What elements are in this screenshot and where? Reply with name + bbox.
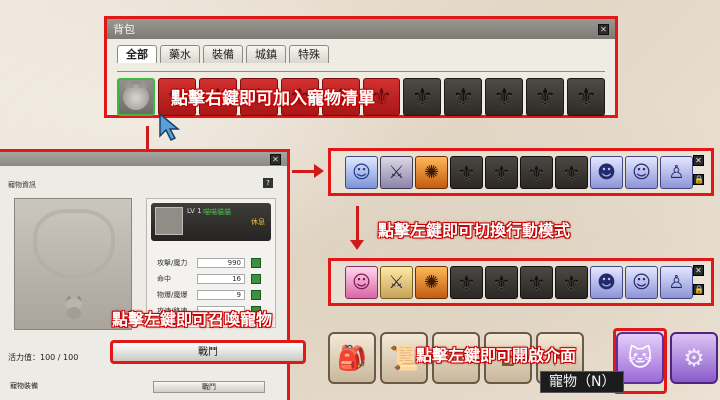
tab-special[interactable]: 特殊 xyxy=(289,45,329,63)
pet-quickbar-top: ☺ ⚔ ✺ ⚜ ⚜ ⚜ ⚜ ☻ ☺ ♙ ✕ 🔒 xyxy=(328,148,714,196)
battle-button[interactable]: 戰鬥 xyxy=(110,340,306,364)
quickbar-callout: 點擊左鍵即可切換行動模式 xyxy=(378,221,571,240)
bag-slot[interactable]: ⚜ xyxy=(485,77,524,116)
stat-toggle[interactable] xyxy=(251,274,261,284)
menu-callout: 點擊左鍵即可開啟介面 xyxy=(416,346,577,365)
tab-equipment[interactable]: 裝備 xyxy=(203,45,243,63)
gear-icon[interactable]: ⚙ xyxy=(670,332,718,384)
help-icon[interactable]: ? xyxy=(263,178,273,188)
empty-slot[interactable]: ⚜ xyxy=(485,156,518,189)
close-icon[interactable]: ✕ xyxy=(270,153,281,165)
stat-toggle[interactable] xyxy=(251,258,261,268)
close-icon[interactable]: ✕ xyxy=(693,265,704,276)
bag-slot[interactable]: ⚜ xyxy=(444,77,483,116)
emblem-icon xyxy=(33,209,115,279)
bag-tabs: 全部 藥水 裝備 城鎮 特殊 xyxy=(107,39,615,63)
sword-icon[interactable]: ⚔ xyxy=(380,266,413,299)
emote-icon[interactable]: ☻ xyxy=(590,156,623,189)
pet-name: 喵喵貓貓 xyxy=(203,208,231,216)
stat-row: 攻擊/魔力 990 xyxy=(157,257,273,269)
bag-callout: 點擊右鍵即可加入寵物清單 xyxy=(171,89,375,109)
stat-label: 攻擊/魔力 xyxy=(157,259,188,267)
empty-slot[interactable]: ⚜ xyxy=(520,266,553,299)
stat-toggle[interactable] xyxy=(251,290,261,300)
lock-icon[interactable]: 🔒 xyxy=(693,284,704,295)
close-icon[interactable]: ✕ xyxy=(693,155,704,166)
cat-sprite-icon xyxy=(66,295,82,319)
pet-card: LV 1 喵喵貓貓 休息 xyxy=(151,203,271,241)
quickbar-side: ✕ 🔒 xyxy=(693,155,705,185)
pet-cat-item-slot[interactable] xyxy=(117,77,155,116)
stat-value: 16 xyxy=(197,274,245,284)
pet-level: LV 1 xyxy=(187,207,202,215)
emote-icon[interactable]: ☺ xyxy=(625,156,658,189)
stat-label: 物爆/魔爆 xyxy=(157,291,188,299)
pet-state: 休息 xyxy=(251,218,265,226)
stat-value: 9 xyxy=(197,290,245,300)
pet-equip-label: 寵物裝備 xyxy=(10,382,38,390)
bag-slot[interactable]: ⚜ xyxy=(403,77,442,116)
pet-titlebar[interactable]: ✕ xyxy=(0,152,287,166)
empty-slot[interactable]: ⚜ xyxy=(450,266,483,299)
quickbar-slots: ☺ ⚔ ✺ ⚜ ⚜ ⚜ ⚜ ☻ ☺ ♙ xyxy=(345,156,693,190)
pet-follow-icon[interactable]: ☺ xyxy=(345,156,378,189)
pet-info-title: 寵物資訊 xyxy=(8,181,36,189)
empty-slot[interactable]: ⚜ xyxy=(485,266,518,299)
tab-town[interactable]: 城鎮 xyxy=(246,45,286,63)
stat-row: 物爆/魔爆 9 xyxy=(157,289,273,301)
skill-icon[interactable]: ✺ xyxy=(415,266,448,299)
bag-slot[interactable]: ⚜ xyxy=(567,77,606,116)
tab-all[interactable]: 全部 xyxy=(117,45,157,63)
tab-potion[interactable]: 藥水 xyxy=(160,45,200,63)
lock-icon[interactable]: 🔒 xyxy=(693,174,704,185)
bag-titlebar[interactable]: 背包 ✕ xyxy=(107,19,615,39)
close-icon[interactable]: ✕ xyxy=(598,23,609,35)
empty-slot[interactable]: ⚜ xyxy=(520,156,553,189)
pet-quickbar-bottom: ☺ ⚔ ✺ ⚜ ⚜ ⚜ ⚜ ☻ ☺ ♙ ✕ 🔒 xyxy=(328,258,714,306)
empty-slot[interactable]: ⚜ xyxy=(555,266,588,299)
battle-small-button[interactable]: 戰鬥 xyxy=(153,381,265,393)
emote-icon[interactable]: ☺ xyxy=(625,266,658,299)
arrow-quickbar-down xyxy=(350,206,364,250)
vitality-text: 活力值：100 / 100 xyxy=(8,353,79,362)
empty-slot[interactable]: ⚜ xyxy=(450,156,483,189)
mouse-cursor-icon xyxy=(159,112,181,142)
bag-menu-icon[interactable]: 🎒 xyxy=(328,332,376,384)
stat-value: 990 xyxy=(197,258,245,268)
pet-follow-icon[interactable]: ☺ xyxy=(345,266,378,299)
bag-slot[interactable]: ⚜ xyxy=(526,77,565,116)
sword-icon[interactable]: ⚔ xyxy=(380,156,413,189)
bag-title: 背包 xyxy=(113,23,135,36)
cat-icon xyxy=(122,79,149,110)
stat-label: 命中 xyxy=(157,275,171,283)
pet-menu-tooltip: 寵物（N） xyxy=(540,371,625,393)
quickbar-slots: ☺ ⚔ ✺ ⚜ ⚜ ⚜ ⚜ ☻ ☺ ♙ xyxy=(345,266,693,300)
emote-icon[interactable]: ☻ xyxy=(590,266,623,299)
skill-icon[interactable]: ✺ xyxy=(415,156,448,189)
quickbar-side: ✕ 🔒 xyxy=(693,265,705,295)
arrow-pet-to-quickbar xyxy=(292,164,324,178)
pet-portrait xyxy=(155,207,183,235)
empty-slot[interactable]: ⚜ xyxy=(555,156,588,189)
stat-row: 命中 16 xyxy=(157,273,273,285)
sit-icon[interactable]: ♙ xyxy=(660,156,693,189)
sit-icon[interactable]: ♙ xyxy=(660,266,693,299)
summon-callout: 點擊左鍵即可召喚寵物 xyxy=(112,310,273,329)
